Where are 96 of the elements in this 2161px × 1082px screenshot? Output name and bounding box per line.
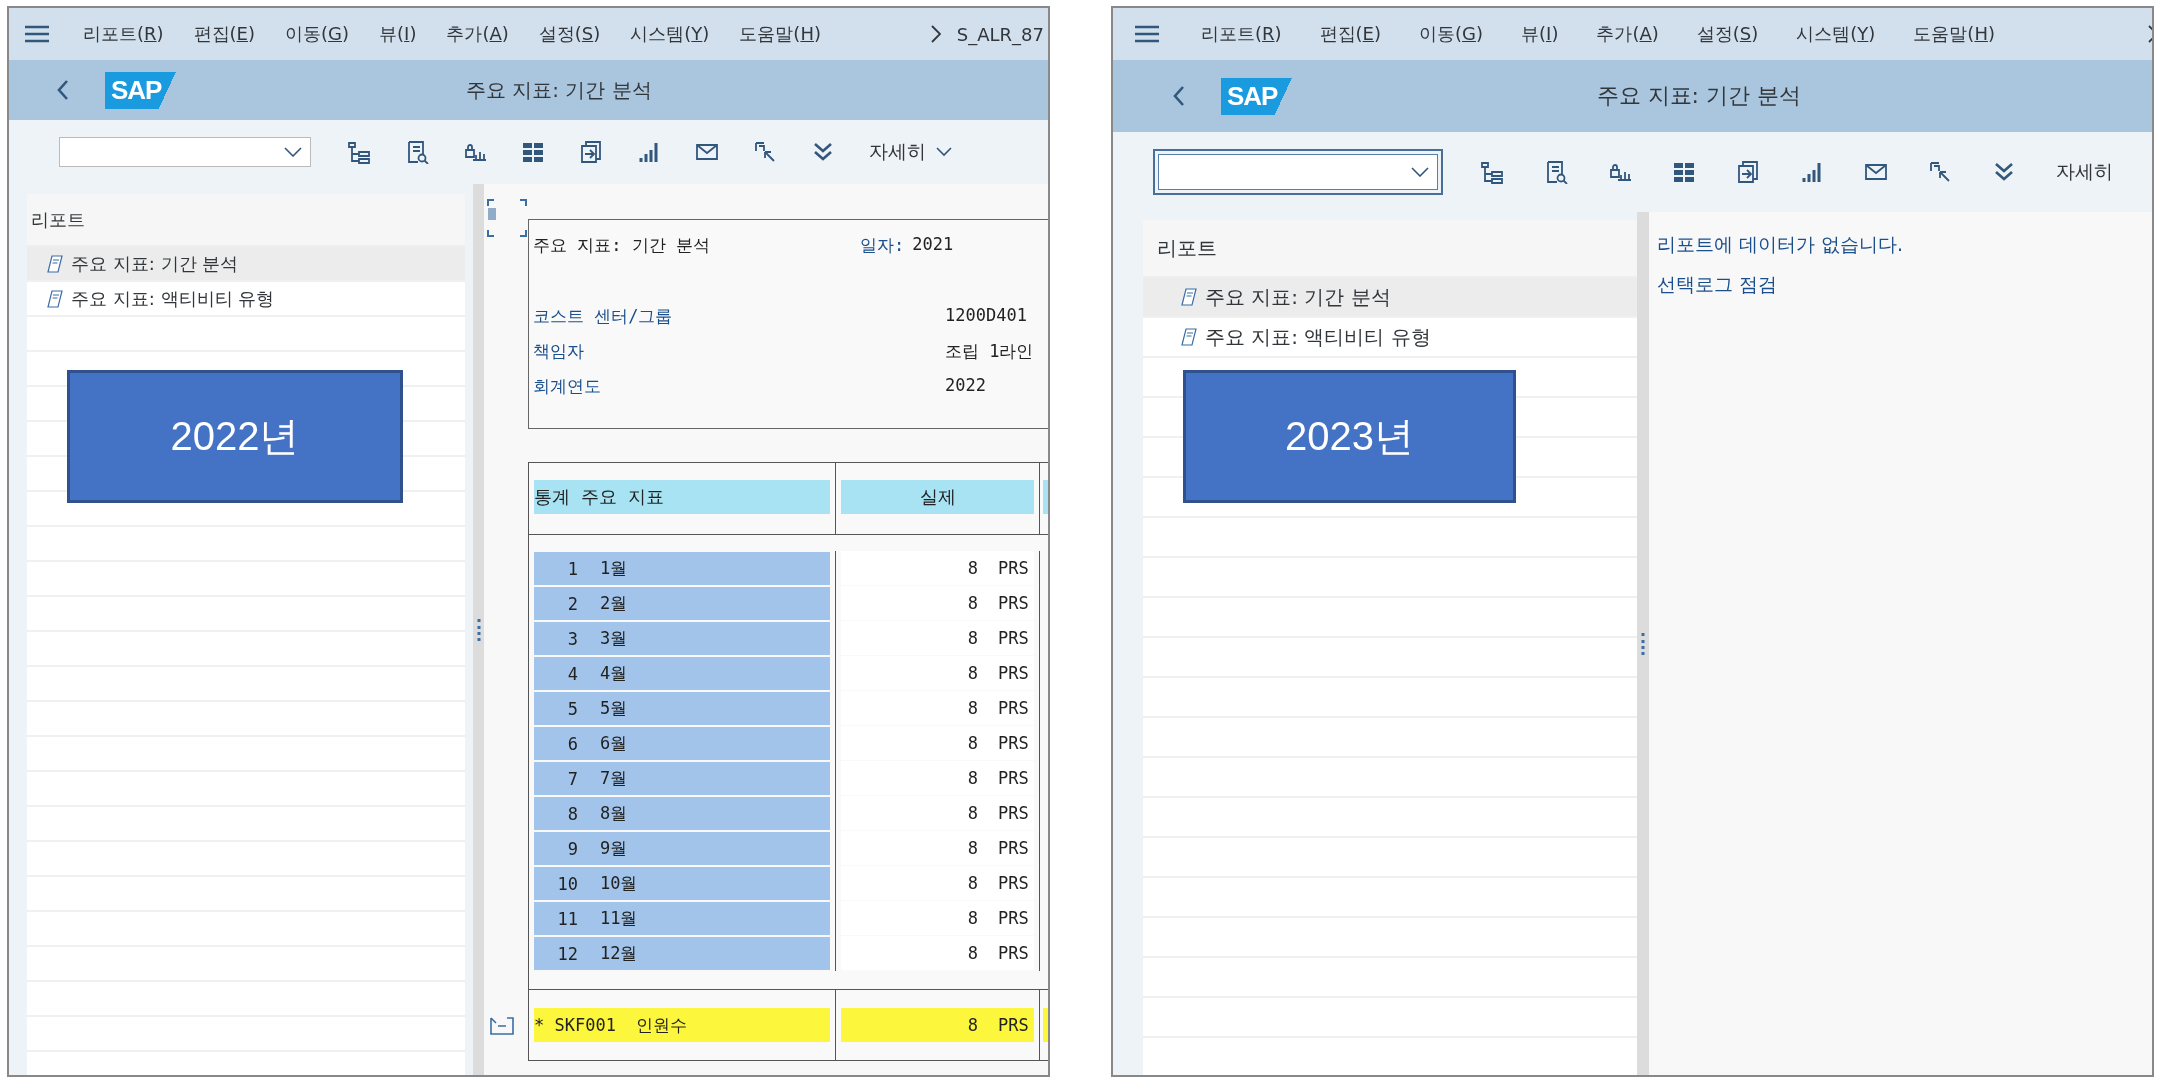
table-cell: 8 PRS xyxy=(841,656,1034,690)
menu-item[interactable]: 뷰(I) xyxy=(1521,22,1559,46)
table-cell: 1 1월 xyxy=(534,552,830,585)
transaction-code: S_ALR_87 xyxy=(956,23,1044,45)
column-header: 실제 xyxy=(841,480,1034,514)
menu-item[interactable]: 도움말(H) xyxy=(739,22,821,46)
menu-item[interactable]: 편집(E) xyxy=(1319,22,1381,46)
menu-item[interactable]: 이동(G) xyxy=(1419,22,1484,46)
table-cell: 7 7월 xyxy=(534,762,830,795)
field-value: 조립 1라인 xyxy=(945,340,1035,363)
document-icon xyxy=(1181,288,1197,306)
document-search-icon[interactable] xyxy=(405,140,429,164)
back-icon[interactable] xyxy=(57,79,69,101)
table-cell: 11 11월 xyxy=(534,902,830,935)
table-cell: 8 PRS xyxy=(841,831,1034,865)
table-cell: 9 9월 xyxy=(534,832,830,865)
field-label: 회계연도 xyxy=(533,375,602,398)
chevron-right-icon[interactable] xyxy=(930,25,941,43)
report-title: 주요 지표: 기간 분석 xyxy=(533,234,710,257)
export-icon[interactable] xyxy=(1736,160,1760,184)
year-callout: 2023년 xyxy=(1183,370,1516,503)
menu-icon[interactable] xyxy=(25,25,49,43)
table-cell: 3 3월 xyxy=(534,622,830,655)
total-cell: 8 PRS xyxy=(841,1008,1034,1042)
table-cell: 5 5월 xyxy=(534,692,830,725)
splitter-handle-icon[interactable] xyxy=(1641,631,1645,656)
field-label: 코스트 센터/그룹 xyxy=(533,305,674,328)
tree-item[interactable]: 주요 지표: 액티비티 유형 xyxy=(27,282,465,317)
table-cell: 8 PRS xyxy=(841,866,1034,900)
chevron-down-icon[interactable] xyxy=(284,147,302,157)
bar-chart-icon[interactable] xyxy=(1800,160,1824,184)
message-text: 선택로그 점검 xyxy=(1657,272,1779,297)
splitter-handle-icon[interactable] xyxy=(476,617,481,642)
tree-header: 리포트 xyxy=(1143,220,1637,278)
table-cell: 8 PRS xyxy=(841,691,1034,725)
menu-item[interactable]: 추가(A) xyxy=(1596,22,1659,46)
column-header: 통계 주요 지표 xyxy=(534,480,830,514)
table-cell: 10 10월 xyxy=(534,867,830,900)
tree-item[interactable]: 주요 지표: 기간 분석 xyxy=(1143,278,1637,318)
field-label: 책임자 xyxy=(533,340,585,363)
table-cell: 8 PRS xyxy=(841,936,1034,970)
hierarchy-icon[interactable] xyxy=(347,140,371,164)
table-cell: 8 PRS xyxy=(841,621,1034,655)
field-value: 1200D401 xyxy=(945,305,1028,327)
menu-item[interactable]: 설정(S) xyxy=(538,22,601,46)
table-cell: 8 PRS xyxy=(841,901,1034,935)
menu-item[interactable]: 설정(S) xyxy=(1696,22,1759,46)
menu-item[interactable]: 편집(E) xyxy=(193,22,255,46)
table-cell: 8 PRS xyxy=(841,796,1034,830)
date-label: 일자: xyxy=(859,234,905,257)
cursor-arrow-icon[interactable] xyxy=(753,140,777,164)
table-layout-icon[interactable] xyxy=(1672,160,1696,184)
document-search-icon[interactable] xyxy=(1544,160,1568,184)
table-cell: 8 PRS xyxy=(841,586,1034,620)
cursor-arrow-icon[interactable] xyxy=(1928,160,1952,184)
window-title: 주요 지표: 기간 분석 xyxy=(1595,82,1802,110)
menu-item[interactable]: 시스템(Y) xyxy=(1796,22,1876,46)
more-menu[interactable]: 자세히 xyxy=(869,139,952,165)
table-cell: 8 PRS xyxy=(841,761,1034,795)
cursor-marker-icon xyxy=(484,198,530,238)
bar-chart-icon[interactable] xyxy=(637,140,661,164)
menu-item[interactable]: 추가(A) xyxy=(446,22,509,46)
dropdown-field[interactable] xyxy=(59,137,311,167)
hierarchy-icon[interactable] xyxy=(1480,160,1504,184)
table-cell: 8 8월 xyxy=(534,797,830,830)
table-cell: 8 PRS xyxy=(841,551,1034,585)
menu-item[interactable]: 이동(G) xyxy=(285,22,350,46)
document-icon xyxy=(47,289,63,308)
more-menu[interactable]: 자세히 xyxy=(2056,159,2113,185)
window-title: 주요 지표: 기간 분석 xyxy=(464,76,653,104)
menu-icon[interactable] xyxy=(1135,25,1159,43)
caret-icon[interactable] xyxy=(936,147,952,157)
menu-item[interactable]: 도움말(H) xyxy=(1913,22,1995,46)
table-cell: 4 4월 xyxy=(534,657,830,690)
date-value: 2021 xyxy=(912,234,954,256)
menu-item[interactable]: 리포트(R) xyxy=(83,22,164,46)
tree-item[interactable]: 주요 지표: 기간 분석 xyxy=(27,247,465,282)
field-value: 2022 xyxy=(945,375,987,397)
table-cell: 2 2월 xyxy=(534,587,830,620)
menu-item[interactable]: 시스템(Y) xyxy=(630,22,710,46)
export-icon[interactable] xyxy=(579,140,603,164)
document-icon xyxy=(1181,328,1197,346)
table-layout-icon[interactable] xyxy=(521,140,545,164)
menu-item[interactable]: 뷰(I) xyxy=(379,22,417,46)
table-cell: 6 6월 xyxy=(534,727,830,760)
total-cell: * SKF001 인원수 xyxy=(534,1008,830,1042)
year-callout: 2022년 xyxy=(67,370,403,503)
chevron-down-icon[interactable] xyxy=(1411,167,1429,177)
tree-item[interactable]: 주요 지표: 액티비티 유형 xyxy=(1143,318,1637,358)
table-cell: 8 PRS xyxy=(841,726,1034,760)
tree-header: 리포트 xyxy=(27,194,465,247)
table-cell: 12 12월 xyxy=(534,937,830,970)
document-icon xyxy=(47,254,63,273)
menu-item[interactable]: 리포트(R) xyxy=(1201,22,1282,46)
back-icon[interactable] xyxy=(1173,85,1185,107)
message-text: 리포트에 데이터가 없습니다. xyxy=(1657,232,1904,257)
